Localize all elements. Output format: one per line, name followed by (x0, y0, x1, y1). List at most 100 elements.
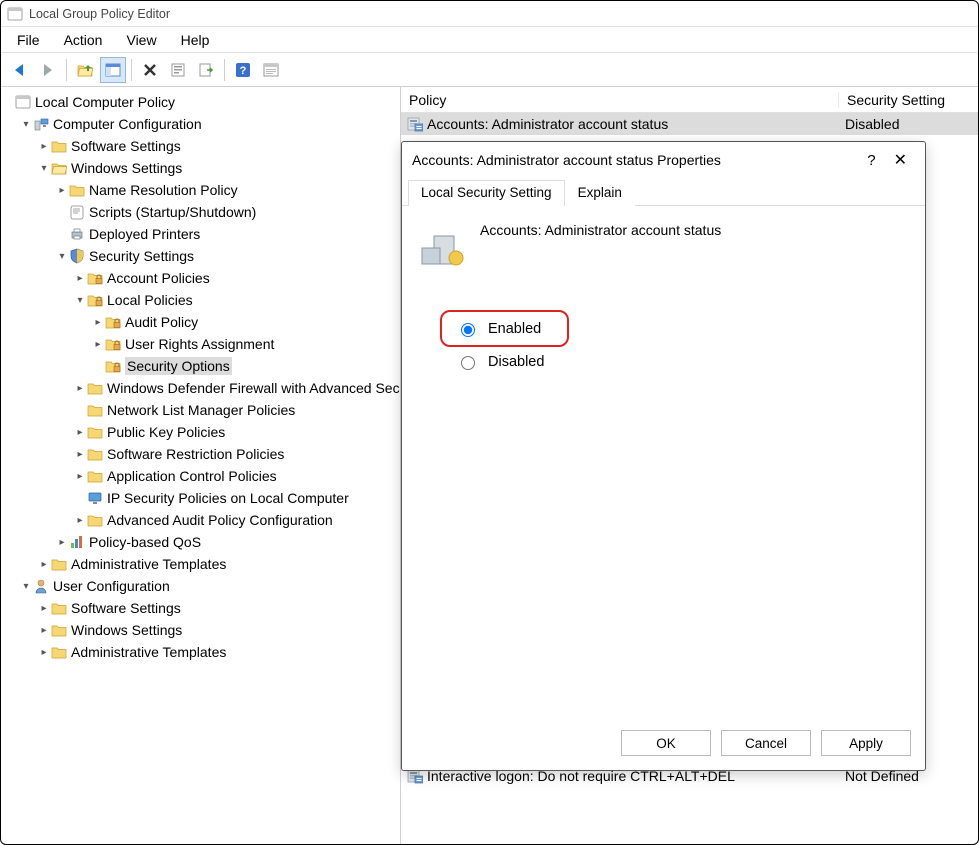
tree-pkp[interactable]: Public Key Policies (107, 424, 225, 440)
back-button[interactable] (7, 57, 33, 83)
column-security-setting[interactable]: Security Setting (839, 92, 978, 108)
folder-icon (51, 556, 67, 572)
delete-button[interactable] (137, 57, 163, 83)
expander-icon[interactable]: ▾ (55, 251, 69, 262)
expander-icon[interactable]: ▸ (73, 471, 87, 482)
tree-uc-admin[interactable]: Administrative Templates (71, 644, 226, 660)
export-button[interactable] (193, 57, 219, 83)
expander-icon[interactable]: ▾ (19, 119, 33, 130)
tree-cc-software[interactable]: Software Settings (71, 138, 181, 154)
expander-icon[interactable]: ▸ (73, 427, 87, 438)
radio-disabled[interactable]: Disabled (448, 347, 907, 376)
properties-button[interactable] (165, 57, 191, 83)
folder-icon (87, 424, 103, 440)
up-button[interactable] (72, 57, 98, 83)
folder-icon (87, 380, 103, 396)
tab-local-security-setting[interactable]: Local Security Setting (408, 180, 565, 206)
apply-button[interactable]: Apply (821, 730, 911, 756)
policy-tree[interactable]: Local Computer Policy ▾ Computer Configur… (1, 91, 400, 663)
folder-lock-icon (87, 292, 103, 308)
folder-lock-icon (105, 358, 121, 374)
menu-help[interactable]: Help (173, 30, 218, 50)
tree-local-policies[interactable]: Local Policies (107, 292, 193, 308)
tree-cc-admin[interactable]: Administrative Templates (71, 556, 226, 572)
column-policy[interactable]: Policy (401, 92, 839, 108)
folder-lock-icon (87, 270, 103, 286)
properties-dialog: Accounts: Administrator account status P… (401, 141, 926, 771)
folder-open-icon (51, 160, 67, 176)
policy-name: Accounts: Administrator account status (427, 116, 668, 132)
cancel-button[interactable]: Cancel (721, 730, 811, 756)
tree-user-rights[interactable]: User Rights Assignment (125, 336, 274, 352)
expander-icon[interactable]: ▸ (73, 449, 87, 460)
expander-icon[interactable]: ▸ (91, 339, 105, 350)
expander-icon[interactable]: ▸ (37, 141, 51, 152)
expander-icon[interactable]: ▾ (19, 581, 33, 592)
monitor-icon (87, 490, 103, 506)
expander-icon[interactable]: ▸ (73, 273, 87, 284)
tree-nrp[interactable]: Name Resolution Policy (89, 182, 238, 198)
tree-cc-windows[interactable]: Windows Settings (71, 160, 182, 176)
tree-srp[interactable]: Software Restriction Policies (107, 446, 284, 462)
folder-lock-icon (105, 336, 121, 352)
tree-audit-policy[interactable]: Audit Policy (125, 314, 198, 330)
expander-icon[interactable]: ▸ (91, 317, 105, 328)
tab-explain[interactable]: Explain (565, 180, 635, 206)
tree-uc-software[interactable]: Software Settings (71, 600, 181, 616)
svg-text:?: ? (240, 65, 247, 77)
folder-icon (51, 644, 67, 660)
ok-button[interactable]: OK (621, 730, 711, 756)
tree-network-list[interactable]: Network List Manager Policies (107, 402, 295, 418)
tree-ipsec[interactable]: IP Security Policies on Local Computer (107, 490, 349, 506)
tree-firewall[interactable]: Windows Defender Firewall with Advanced … (107, 380, 401, 396)
policy-large-icon (420, 222, 464, 266)
dialog-help-button[interactable]: ? (857, 152, 885, 169)
tree-root[interactable]: Local Computer Policy (35, 94, 175, 110)
expander-icon[interactable]: ▸ (37, 603, 51, 614)
toolbar: ? (1, 53, 978, 87)
show-tree-button[interactable] (100, 57, 126, 83)
expander-icon[interactable]: ▸ (73, 515, 87, 526)
radio-enabled-input[interactable] (461, 323, 475, 337)
radio-enabled[interactable]: Enabled (448, 314, 549, 343)
tree-computer-config[interactable]: Computer Configuration (53, 116, 202, 132)
tree-aapc[interactable]: Advanced Audit Policy Configuration (107, 512, 333, 528)
tree-uc-windows[interactable]: Windows Settings (71, 622, 182, 638)
help-button[interactable]: ? (230, 57, 256, 83)
scroll-icon (69, 204, 85, 220)
tree-security-options[interactable]: Security Options (125, 357, 232, 375)
menu-view[interactable]: View (118, 30, 164, 50)
window-titlebar: Local Group Policy Editor (1, 1, 978, 27)
tree-user-config[interactable]: User Configuration (53, 578, 170, 594)
dialog-close-button[interactable]: ✕ (886, 150, 915, 170)
menu-action[interactable]: Action (56, 30, 111, 50)
policy-heading: Accounts: Administrator account status (480, 222, 721, 238)
tree-pbqos[interactable]: Policy-based QoS (89, 534, 201, 550)
policy-item-icon (407, 116, 423, 132)
forward-button[interactable] (35, 57, 61, 83)
tree-scripts[interactable]: Scripts (Startup/Shutdown) (89, 204, 256, 220)
filter-button[interactable] (258, 57, 284, 83)
folder-icon (87, 446, 103, 462)
expander-icon[interactable]: ▸ (37, 647, 51, 658)
window-title: Local Group Policy Editor (29, 7, 170, 21)
tree-security-settings[interactable]: Security Settings (89, 248, 194, 264)
expander-icon[interactable]: ▸ (73, 383, 87, 394)
expander-icon[interactable]: ▸ (55, 185, 69, 196)
tree-acp[interactable]: Application Control Policies (107, 468, 277, 484)
policy-root-icon (15, 94, 31, 110)
menu-file[interactable]: File (9, 30, 48, 50)
expander-icon[interactable]: ▾ (73, 295, 87, 306)
tree-account-policies[interactable]: Account Policies (107, 270, 210, 286)
folder-icon (87, 402, 103, 418)
app-icon (7, 6, 23, 22)
radio-disabled-input[interactable] (461, 356, 475, 370)
policy-value: Disabled (839, 116, 978, 132)
highlight-box: Enabled (440, 310, 569, 347)
expander-icon[interactable]: ▸ (37, 625, 51, 636)
expander-icon[interactable]: ▸ (37, 559, 51, 570)
tree-deployed-printers[interactable]: Deployed Printers (89, 226, 200, 242)
expander-icon[interactable]: ▸ (55, 537, 69, 548)
expander-icon[interactable]: ▾ (37, 163, 51, 174)
list-row[interactable]: Accounts: Administrator account status D… (401, 113, 978, 135)
